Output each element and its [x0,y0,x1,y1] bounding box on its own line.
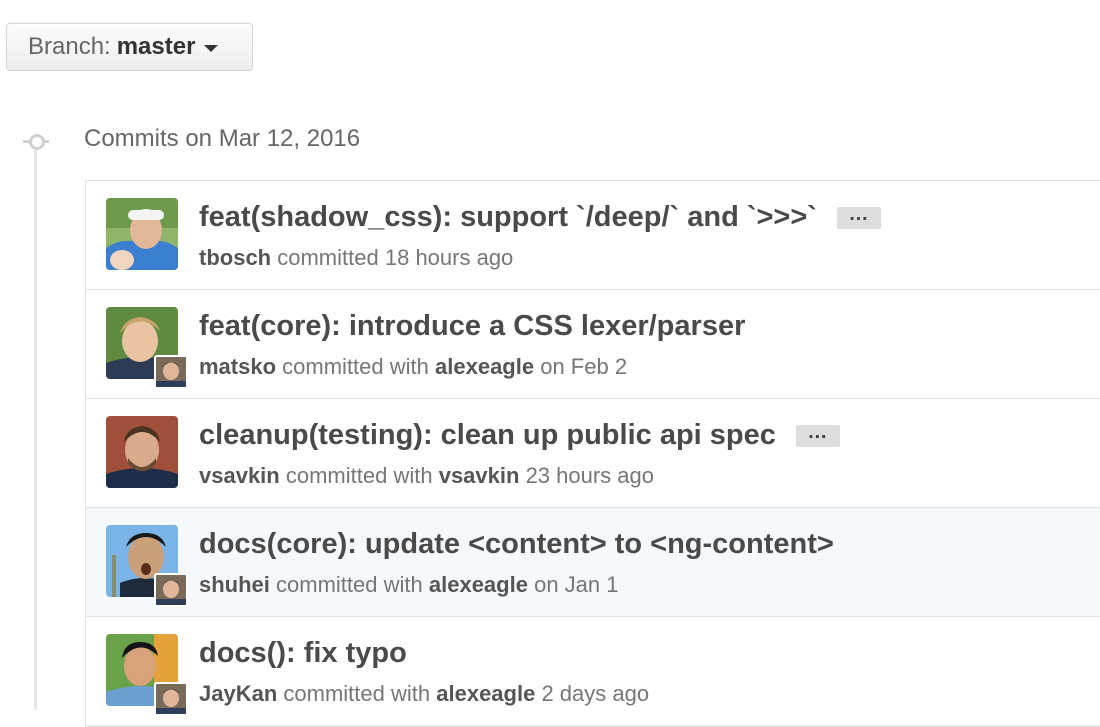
author-link[interactable]: tbosch [199,245,271,270]
commit-list: feat(shadow_css): support `/deep/` and `… [85,180,1100,727]
coauthor-link[interactable]: alexeagle [436,681,535,706]
commit-title-link[interactable]: docs(): fix typo [199,637,407,670]
author-link[interactable]: vsavkin [199,463,280,488]
author-link[interactable]: shuhei [199,572,270,597]
commit-title-link[interactable]: cleanup(testing): clean up public api sp… [199,419,840,452]
commit-message[interactable]: docs(core): update <content> to <ng-cont… [199,528,834,561]
author-link[interactable]: JayKan [199,681,277,706]
commit-message[interactable]: feat(core): introduce a CSS lexer/parser [199,310,745,343]
coauthor-avatar[interactable] [154,573,188,607]
commit-time: on Jan 1 [534,572,619,597]
expand-message-button[interactable]: … [836,204,881,229]
commit-time: 2 days ago [541,681,650,706]
commit-message[interactable]: cleanup(testing): clean up public api sp… [199,419,776,452]
commit-verb: committed [277,245,379,270]
commit-row: feat(core): introduce a CSS lexer/parser… [86,290,1100,399]
author-avatar[interactable] [106,198,178,270]
commit-meta: shuhei committed with alexeagle on Jan 1 [199,572,618,598]
commit-verb: committed with [276,572,423,597]
commit-meta: JayKan committed with alexeagle 2 days a… [199,681,649,707]
commit-row: docs(): fix typo JayKan committed with a… [86,617,1100,726]
commit-time: 23 hours ago [525,463,654,488]
commit-time: 18 hours ago [384,245,514,270]
commit-row: feat(shadow_css): support `/deep/` and `… [86,181,1100,290]
commit-title-link[interactable]: feat(core): introduce a CSS lexer/parser [199,310,745,343]
coauthor-link[interactable]: vsavkin [439,463,520,488]
branch-label: Branch: [28,33,111,60]
commit-message[interactable]: feat(shadow_css): support `/deep/` and `… [199,201,817,234]
commit-group-title: Commits on Mar 12, 2016 [84,125,361,152]
commit-time: on Feb 2 [540,354,628,379]
branch-name: master [116,33,196,60]
commit-title-link[interactable]: feat(shadow_css): support `/deep/` and `… [199,201,881,234]
expand-message-button[interactable]: … [795,422,840,447]
author-avatar[interactable] [106,416,178,488]
coauthor-link[interactable]: alexeagle [429,572,528,597]
commit-meta: tbosch committed 18 hours ago [199,245,513,271]
commit-row: cleanup(testing): clean up public api sp… [86,399,1100,508]
commit-verb: committed with [282,354,429,379]
commit-title-link[interactable]: docs(core): update <content> to <ng-cont… [199,528,834,561]
timeline-line [34,150,37,710]
commit-row: docs(core): update <content> to <ng-cont… [86,508,1100,617]
commit-verb: committed with [285,463,433,488]
branch-select-button[interactable]: Branch: master [6,23,253,71]
commit-timeline-icon [23,133,49,150]
commit-message[interactable]: docs(): fix typo [199,637,407,670]
commit-meta: vsavkin committed with vsavkin 23 hours … [199,463,654,489]
caret-down-icon [204,44,219,52]
commit-verb: committed with [283,681,431,706]
commit-meta: matsko committed with alexeagle on Feb 2 [199,354,627,380]
coauthor-link[interactable]: alexeagle [435,354,534,379]
coauthor-avatar[interactable] [154,682,188,716]
author-link[interactable]: matsko [199,354,276,379]
coauthor-avatar[interactable] [154,355,188,389]
